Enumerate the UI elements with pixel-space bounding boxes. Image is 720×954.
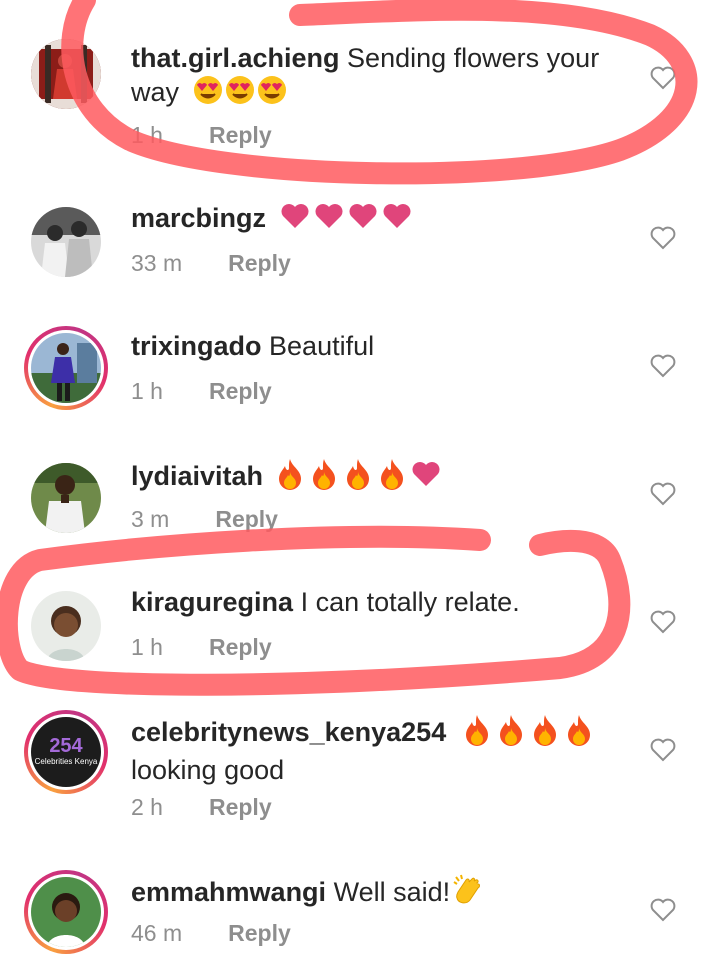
fire-emoji [345,458,371,498]
avatar[interactable] [24,32,108,116]
username[interactable]: kiraguregina [131,587,293,617]
like-heart-icon[interactable] [650,898,676,922]
comment-text: emmahmwangi Well said! [131,874,631,914]
comment-body: Beautiful [269,331,375,361]
heart-eyes-emoji [257,75,287,113]
avatar-image [31,591,101,661]
avatar[interactable] [24,456,108,540]
timestamp: 1 h [131,634,163,660]
avatar-logo-text: 254 [49,735,83,757]
timestamp: 46 m [131,920,183,946]
pink-heart-emoji [280,203,310,237]
heart-eyes-emoji [193,75,223,113]
reply-button[interactable]: Reply [209,634,272,660]
avatar-image [31,463,101,533]
comment-meta: 3 m Reply [131,506,278,533]
like-heart-icon[interactable] [650,610,676,634]
comment-text: kiraguregina I can totally relate. [131,586,631,619]
username[interactable]: emmahmwangi [131,877,326,907]
like-heart-icon[interactable] [650,482,676,506]
comment-meta: 1 h Reply [131,634,272,661]
timestamp: 2 h [131,794,163,820]
heart-eyes-emoji [225,75,255,113]
avatar[interactable] [24,870,108,954]
avatar-image [31,333,101,403]
comment-body: I can totally relate. [300,587,520,617]
timestamp: 1 h [131,122,163,148]
comment-text: trixingado Beautiful [131,330,631,363]
reply-button[interactable]: Reply [209,378,272,404]
comment-meta: 33 m Reply [131,250,291,277]
fire-emoji [498,714,524,754]
avatar-image [31,39,101,109]
like-heart-icon[interactable] [650,738,676,762]
timestamp: 1 h [131,378,163,404]
reply-button[interactable]: Reply [209,122,272,148]
reply-button[interactable]: Reply [228,250,291,276]
comment-body: Well said! [333,877,451,908]
fire-emoji [566,714,592,754]
comment-body: looking good [131,755,285,785]
reply-button[interactable]: Reply [228,920,291,946]
username[interactable]: celebritynews_kenya254 [131,717,446,747]
avatar[interactable] [24,584,108,668]
avatar[interactable]: 254 Celebrities Kenya [24,710,108,794]
comment-meta: 1 h Reply [131,378,272,405]
avatar-logo-subtext: Celebrities Kenya [34,757,98,766]
reply-button[interactable]: Reply [209,794,272,820]
comment-meta: 1 h Reply [131,122,272,149]
comment-text: marcbingz [131,202,631,237]
fire-emoji [532,714,558,754]
pink-heart-emoji [314,203,344,237]
timestamp: 33 m [131,250,183,276]
pink-heart-emoji [382,203,412,237]
username[interactable]: lydiaivitah [131,461,263,491]
fire-emoji [464,714,490,754]
comment-meta: 2 h Reply [131,794,272,821]
fire-emoji [379,458,405,498]
username[interactable]: marcbingz [131,203,266,233]
pink-heart-emoji [348,203,378,237]
like-heart-icon[interactable] [650,226,676,250]
comment-text: lydiaivitah [131,458,631,498]
comment-text: celebritynews_kenya254 looking good [131,714,631,787]
avatar[interactable] [24,200,108,284]
fire-emoji [277,458,303,498]
like-heart-icon[interactable] [650,66,676,90]
comment-meta: 46 m Reply [131,920,291,947]
username[interactable]: trixingado [131,331,262,361]
pink-heart-emoji [411,461,441,495]
username[interactable]: that.girl.achieng [131,43,340,73]
timestamp: 3 m [131,506,170,532]
fire-emoji [311,458,337,498]
reply-button[interactable]: Reply [215,506,278,532]
avatar[interactable] [24,326,108,410]
like-heart-icon[interactable] [650,354,676,378]
comment-text: that.girl.achieng Sending flowers your w… [131,42,631,113]
avatar-image [31,877,101,947]
avatar-image [31,207,101,277]
clapping-hands-emoji [452,874,484,914]
